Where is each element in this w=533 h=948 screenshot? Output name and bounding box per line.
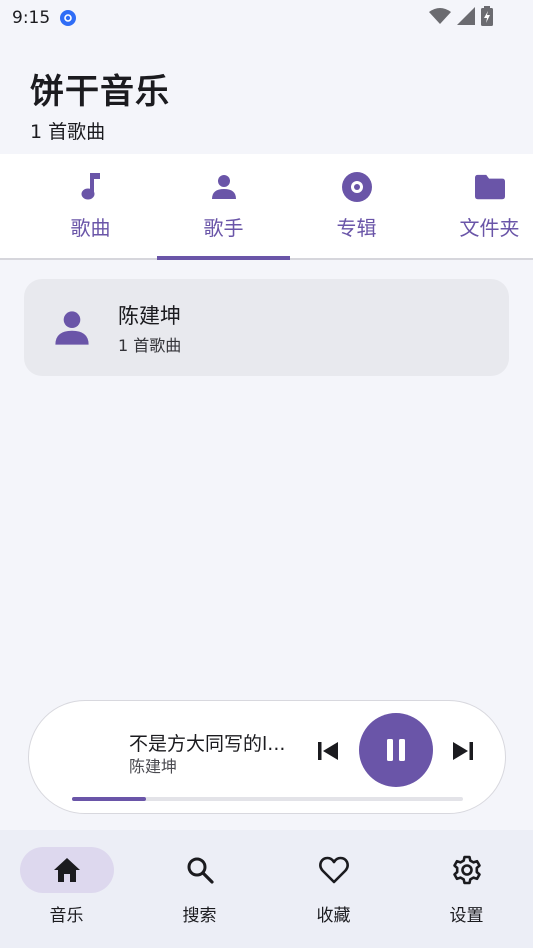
heart-icon (318, 856, 349, 884)
song-count: 1 首歌曲 (30, 121, 106, 143)
nav-label: 收藏 (316, 906, 351, 926)
status-time: 9:15 (12, 8, 51, 28)
cellular-signal-icon (457, 7, 475, 29)
nav-label: 音乐 (49, 906, 84, 926)
tab-label: 歌手 (203, 216, 244, 240)
nav-label: 设置 (449, 906, 484, 926)
tab-artists[interactable]: 歌手 (157, 154, 290, 258)
artist-name: 陈建坤 (118, 303, 181, 328)
playback-progress-bar[interactable] (72, 797, 463, 801)
tab-albums[interactable]: 专辑 (290, 154, 423, 258)
bottom-navigation: 音乐 搜索 收藏 设置 (0, 830, 533, 948)
person-icon (209, 172, 239, 202)
skip-previous-icon (318, 742, 338, 760)
playback-progress-fill (72, 797, 147, 801)
tab-folders[interactable]: 文件夹 (423, 154, 533, 258)
nav-item-music[interactable]: 音乐 (0, 830, 133, 948)
music-note-icon (76, 172, 106, 202)
nav-item-favorites[interactable]: 收藏 (267, 830, 400, 948)
tab-label: 专辑 (336, 216, 377, 240)
tab-label: 歌曲 (70, 216, 111, 240)
status-right (429, 6, 521, 30)
artist-song-count: 1 首歌曲 (118, 335, 182, 355)
nav-item-search[interactable]: 搜索 (133, 830, 266, 948)
nav-label: 搜索 (182, 906, 217, 926)
skip-next-button[interactable] (450, 738, 476, 764)
gear-icon (452, 855, 481, 885)
tab-songs[interactable]: 歌曲 (24, 154, 157, 258)
home-icon (53, 858, 80, 882)
tab-label: 文件夹 (459, 216, 520, 240)
status-left: 9:15 (12, 8, 77, 28)
list-item[interactable]: 陈建坤 1 首歌曲 (24, 279, 509, 376)
pause-button[interactable] (359, 713, 433, 787)
nav-pill (420, 847, 514, 893)
track-artist: 陈建坤 (129, 757, 178, 776)
library-tabs: 歌曲 歌手 专辑 文件夹 (0, 154, 533, 260)
app-notification-icon (60, 10, 77, 26)
nav-pill (153, 847, 247, 893)
track-title: 不是方大同写的l... (129, 733, 286, 755)
wifi-icon (429, 8, 451, 28)
nav-item-settings[interactable]: 设置 (400, 830, 533, 948)
skip-previous-button[interactable] (315, 738, 341, 764)
page-title: 饼干音乐 (30, 72, 170, 112)
battery-charging-icon (481, 6, 493, 30)
nav-pill (287, 847, 381, 893)
mini-player[interactable]: 不是方大同写的l... 陈建坤 (28, 700, 506, 814)
status-bar: 9:15 (0, 0, 533, 36)
pause-icon (387, 739, 405, 761)
folder-icon (474, 172, 505, 202)
artist-text: 陈建坤 1 首歌曲 (118, 300, 181, 356)
nav-active-pill (19, 847, 114, 893)
album-disc-icon (341, 172, 372, 202)
tab-selected-indicator (157, 256, 290, 260)
page-header: 饼干音乐 1 首歌曲 (30, 64, 170, 144)
search-icon (187, 857, 214, 884)
skip-next-icon (453, 742, 473, 760)
person-icon (52, 308, 92, 348)
